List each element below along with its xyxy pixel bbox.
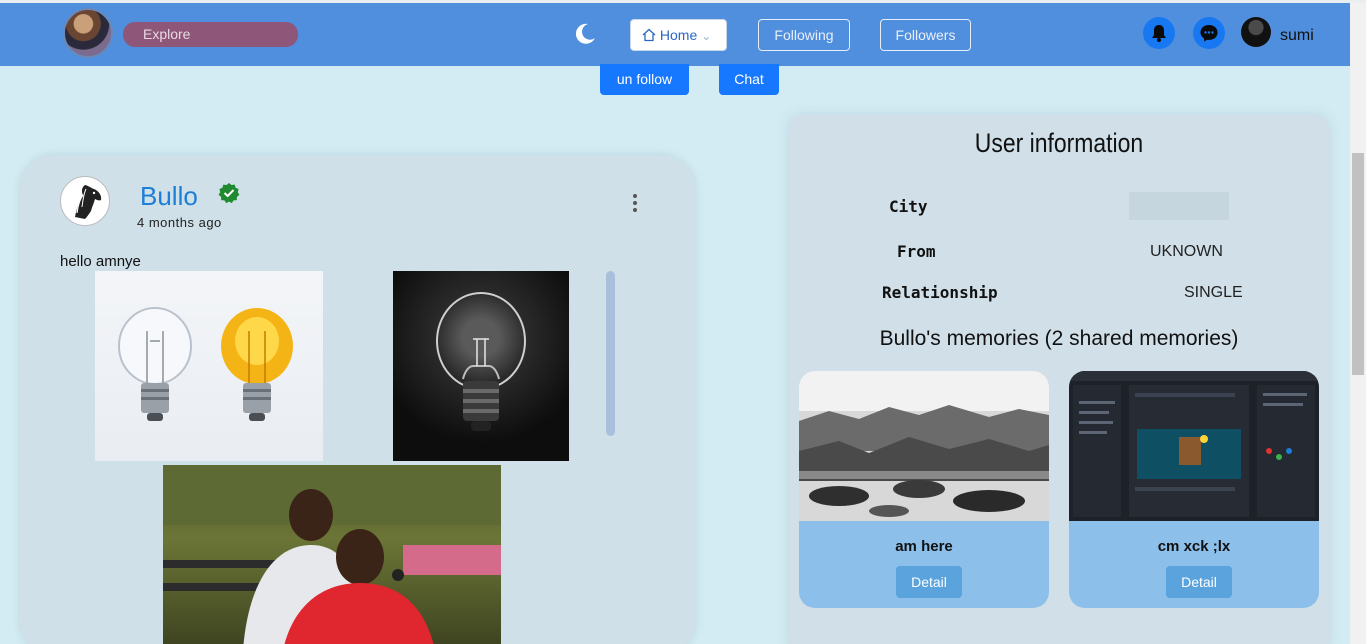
post-images-scrollbar[interactable] [606,271,615,436]
memory-caption: cm xck ;lx [1157,538,1231,555]
memory-detail-button[interactable]: Detail [1166,566,1232,598]
memory-detail-button[interactable]: Detail [896,566,962,598]
post-text: hello amnye [60,253,141,270]
memory-image-rocks[interactable] [799,371,1049,521]
unfollow-button[interactable]: un follow [600,64,689,95]
following-button[interactable]: Following [758,19,850,51]
horse-logo-icon [75,185,102,219]
home-dropdown-button[interactable]: Home ⌄ [630,19,727,51]
post-image-dark-bulb[interactable] [393,271,569,461]
from-label: From [897,242,936,261]
site-logo-avatar[interactable] [63,8,113,58]
explore-search-bar[interactable]: Explore [123,22,298,47]
memories-title: Bullo's memories (2 shared memories) [879,327,1239,350]
username-label[interactable]: sumi [1280,27,1314,45]
post-image-bulbs[interactable] [95,271,323,461]
post-timestamp: 4 months ago [137,215,222,230]
poster-name[interactable]: Bullo [140,181,198,212]
verified-badge-icon [218,183,240,204]
city-label: City [889,197,928,216]
followers-button[interactable]: Followers [880,19,971,51]
relationship-label: Relationship [882,283,998,302]
memory-card[interactable]: cm xck ;lx Detail [1069,371,1319,608]
user-info-title: User information [974,128,1144,158]
bell-icon[interactable] [1143,17,1175,49]
memory-image-screenshot[interactable] [1069,371,1319,521]
home-label: Home [659,27,698,43]
top-navbar: Explore Home ⌄ Following Followers sumi [0,3,1350,66]
user-avatar[interactable] [1241,17,1271,47]
memory-card[interactable]: am here Detail [799,371,1049,608]
more-options-icon[interactable] [628,192,642,214]
chat-button[interactable]: Chat [719,64,779,95]
from-value: UKNOWN [1150,243,1223,260]
messenger-icon[interactable] [1193,17,1225,49]
poster-avatar[interactable] [60,176,110,226]
page-scrollbar-thumb[interactable] [1352,153,1364,375]
city-value-box [1129,192,1229,220]
chevron-down-icon: ⌄ [701,29,712,43]
post-image-photo[interactable] [163,465,501,644]
moon-icon[interactable] [572,21,598,47]
relationship-value: SINGLE [1184,284,1243,301]
memory-caption: am here [895,538,953,555]
home-icon [642,28,656,42]
